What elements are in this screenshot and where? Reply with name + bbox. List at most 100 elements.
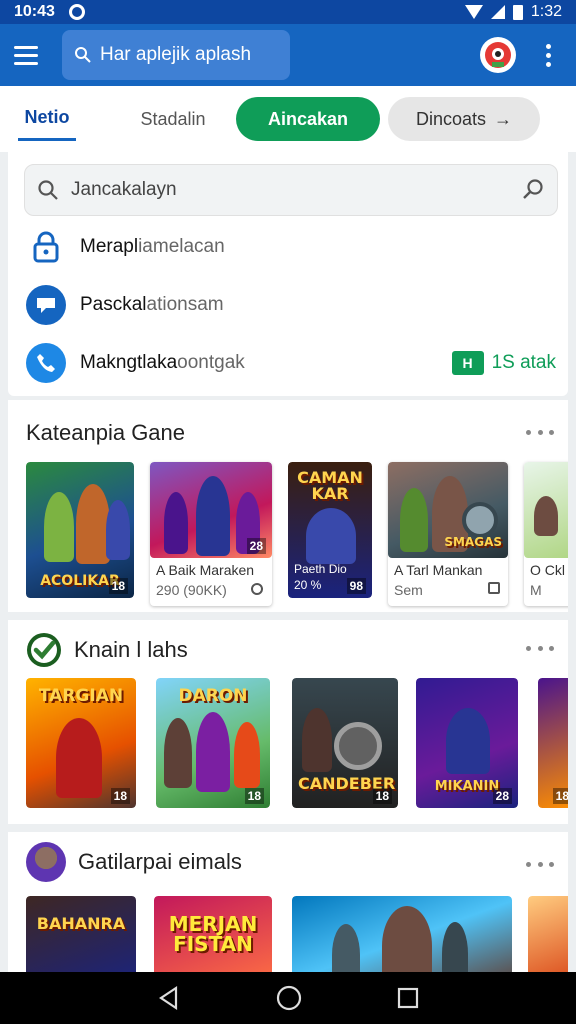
badge-text: 1S atak [491,352,556,373]
game-art: CANDEBER 18 [292,678,398,808]
game-title: Paeth Dio [294,562,347,576]
game-art [292,896,512,972]
search-placeholder: Jancakalayn [71,179,177,200]
game-card[interactable]: 28 A Baik Maraken 290 (90KK) [150,462,272,606]
suggestion-item[interactable]: Makngtlaka oontgak H 1S atak [26,338,556,388]
game-art: SMAGAS [388,462,508,558]
game-art: CAMAN KAR Paeth Dio 20 % 98 [288,462,372,598]
suggestion-item[interactable]: Merapl iamelacan [26,222,556,272]
battery-icon [512,4,523,20]
suggestion-item[interactable]: Pasckal ationsam [26,280,556,330]
search-input[interactable]: Jancakalayn [24,164,558,216]
phone-icon [26,343,66,383]
game-card[interactable]: 18 [538,678,568,808]
section-title-row: Gatilarpai eimals [26,842,242,882]
suggestion-light: ationsam [146,294,224,315]
game-art: MIKANIN 28 [416,678,518,808]
tab-aincakan[interactable]: Aincakan [236,97,380,141]
section-title: Gatilarpai eimals [78,849,242,874]
profile-button[interactable] [480,37,516,73]
section-kateanpia-gane: Kateanpia Gane ACOLIKAR 18 28 A Baik Mar… [8,400,568,612]
tab-dincoats[interactable]: Dincoats → [388,97,540,141]
more-options-icon[interactable] [534,35,562,75]
tab-stadalin[interactable]: Stadalin [128,97,218,141]
age-badge: 28 [492,788,512,804]
game-art-title: TARGIAN [38,686,124,706]
game-card[interactable]: ACOLIKAR 18 [26,462,134,598]
game-title: A Tarl Mankan [394,562,483,578]
search-icon [38,180,58,200]
game-card[interactable]: CAMAN KAR Paeth Dio 20 % 98 [288,462,372,598]
game-card[interactable]: DARON 18 [156,678,270,808]
search-panel: Jancakalayn Merapl iamelacan Pasckal ati… [8,152,568,396]
game-art-title: MERJAN FISTAN [168,912,258,956]
home-icon[interactable] [275,984,303,1012]
game-card[interactable] [292,896,512,972]
suggestion-strong: Makngtlaka [80,352,178,373]
age-badge: 18 [108,578,128,594]
game-art [524,462,568,558]
game-card[interactable]: CANDEBER 18 [292,678,398,808]
game-card[interactable]: O Ckl M [524,462,568,606]
recents-icon[interactable] [396,986,420,1010]
game-subtitle: M [530,582,542,598]
game-art: DARON 18 [156,678,270,808]
game-subtitle: 20 % [294,578,322,592]
wifi-icon [464,5,483,19]
game-art: ACOLIKAR 18 [26,462,134,598]
suggestion-strong: Merapl [80,236,139,257]
top-search-field[interactable]: Har aplejik aplash [62,30,290,80]
badge-icon: H [451,351,484,375]
install-icon[interactable] [250,582,264,596]
search-icon [75,47,91,63]
signal-icon [490,5,505,19]
game-art: 28 [150,462,272,558]
age-badge: 28 [246,538,266,554]
game-subtitle: 290 (90KK) [156,582,227,598]
tab-dincoats-label: Dincoats [415,108,487,129]
status-time: 10:43 [14,3,55,20]
game-art: BAHANRA [26,896,136,972]
age-badge: 18 [110,788,130,804]
game-card[interactable]: TARGIAN 18 [26,678,136,808]
age-badge: 18 [552,788,568,804]
suggestion-light: oontgak [177,352,245,373]
game-card[interactable] [528,896,568,972]
age-badge: 98 [346,578,366,594]
tab-netio[interactable]: Netio [18,97,76,141]
menu-icon[interactable] [14,35,54,75]
system-nav-bar [0,972,576,1024]
suggestion-strong: Pasckal [80,294,147,315]
game-card[interactable]: MERJAN FISTAN [154,896,272,972]
game-title: A Baik Maraken [156,562,255,578]
chat-icon [26,285,66,325]
checkbox-icon[interactable] [488,582,500,594]
arrow-right-icon: → [494,108,513,129]
section-title: Kateanpia Gane [26,420,186,445]
game-subtitle: Sem [394,582,423,598]
back-icon[interactable] [156,985,182,1011]
suggestion-light: iamelacan [138,236,225,257]
game-art: 18 [538,678,568,808]
game-art: TARGIAN 18 [26,678,136,808]
age-badge: 18 [372,788,392,804]
suggestion-badge[interactable]: H 1S atak [451,351,556,375]
status-icons: 1:32 [464,3,562,21]
avatar [26,842,66,882]
top-search-text: Har aplejik aplash [100,44,252,65]
status-bar: 10:43 1:32 [0,0,576,24]
game-card[interactable]: MIKANIN 28 [416,678,518,808]
more-options-icon[interactable] [526,422,554,442]
game-card[interactable]: BAHANRA [26,896,136,972]
section-title: Knain l lahs [74,637,188,662]
app-bar: Har aplejik aplash [0,24,576,86]
status-right-text: 1:32 [530,3,562,20]
game-card[interactable]: SMAGAS A Tarl Mankan Sem [388,462,508,606]
section-title-row: Kateanpia Gane [26,420,185,446]
section-title-row: Knain l lahs [26,632,188,668]
search-submit-icon[interactable] [521,178,545,202]
more-options-icon[interactable] [526,854,554,874]
game-art-title: CAMAN KAR [297,468,363,503]
more-options-icon[interactable] [526,638,554,658]
game-art-title: DARON [178,686,248,706]
